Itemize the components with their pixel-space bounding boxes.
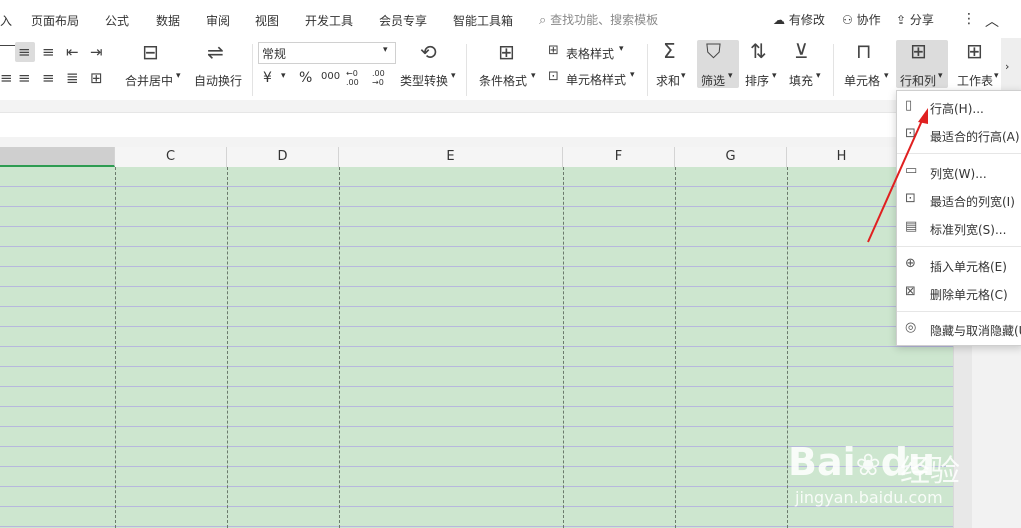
arrow-head: [918, 108, 928, 124]
annotation-arrow: [867, 108, 928, 243]
arrow-shaft: [867, 115, 925, 243]
